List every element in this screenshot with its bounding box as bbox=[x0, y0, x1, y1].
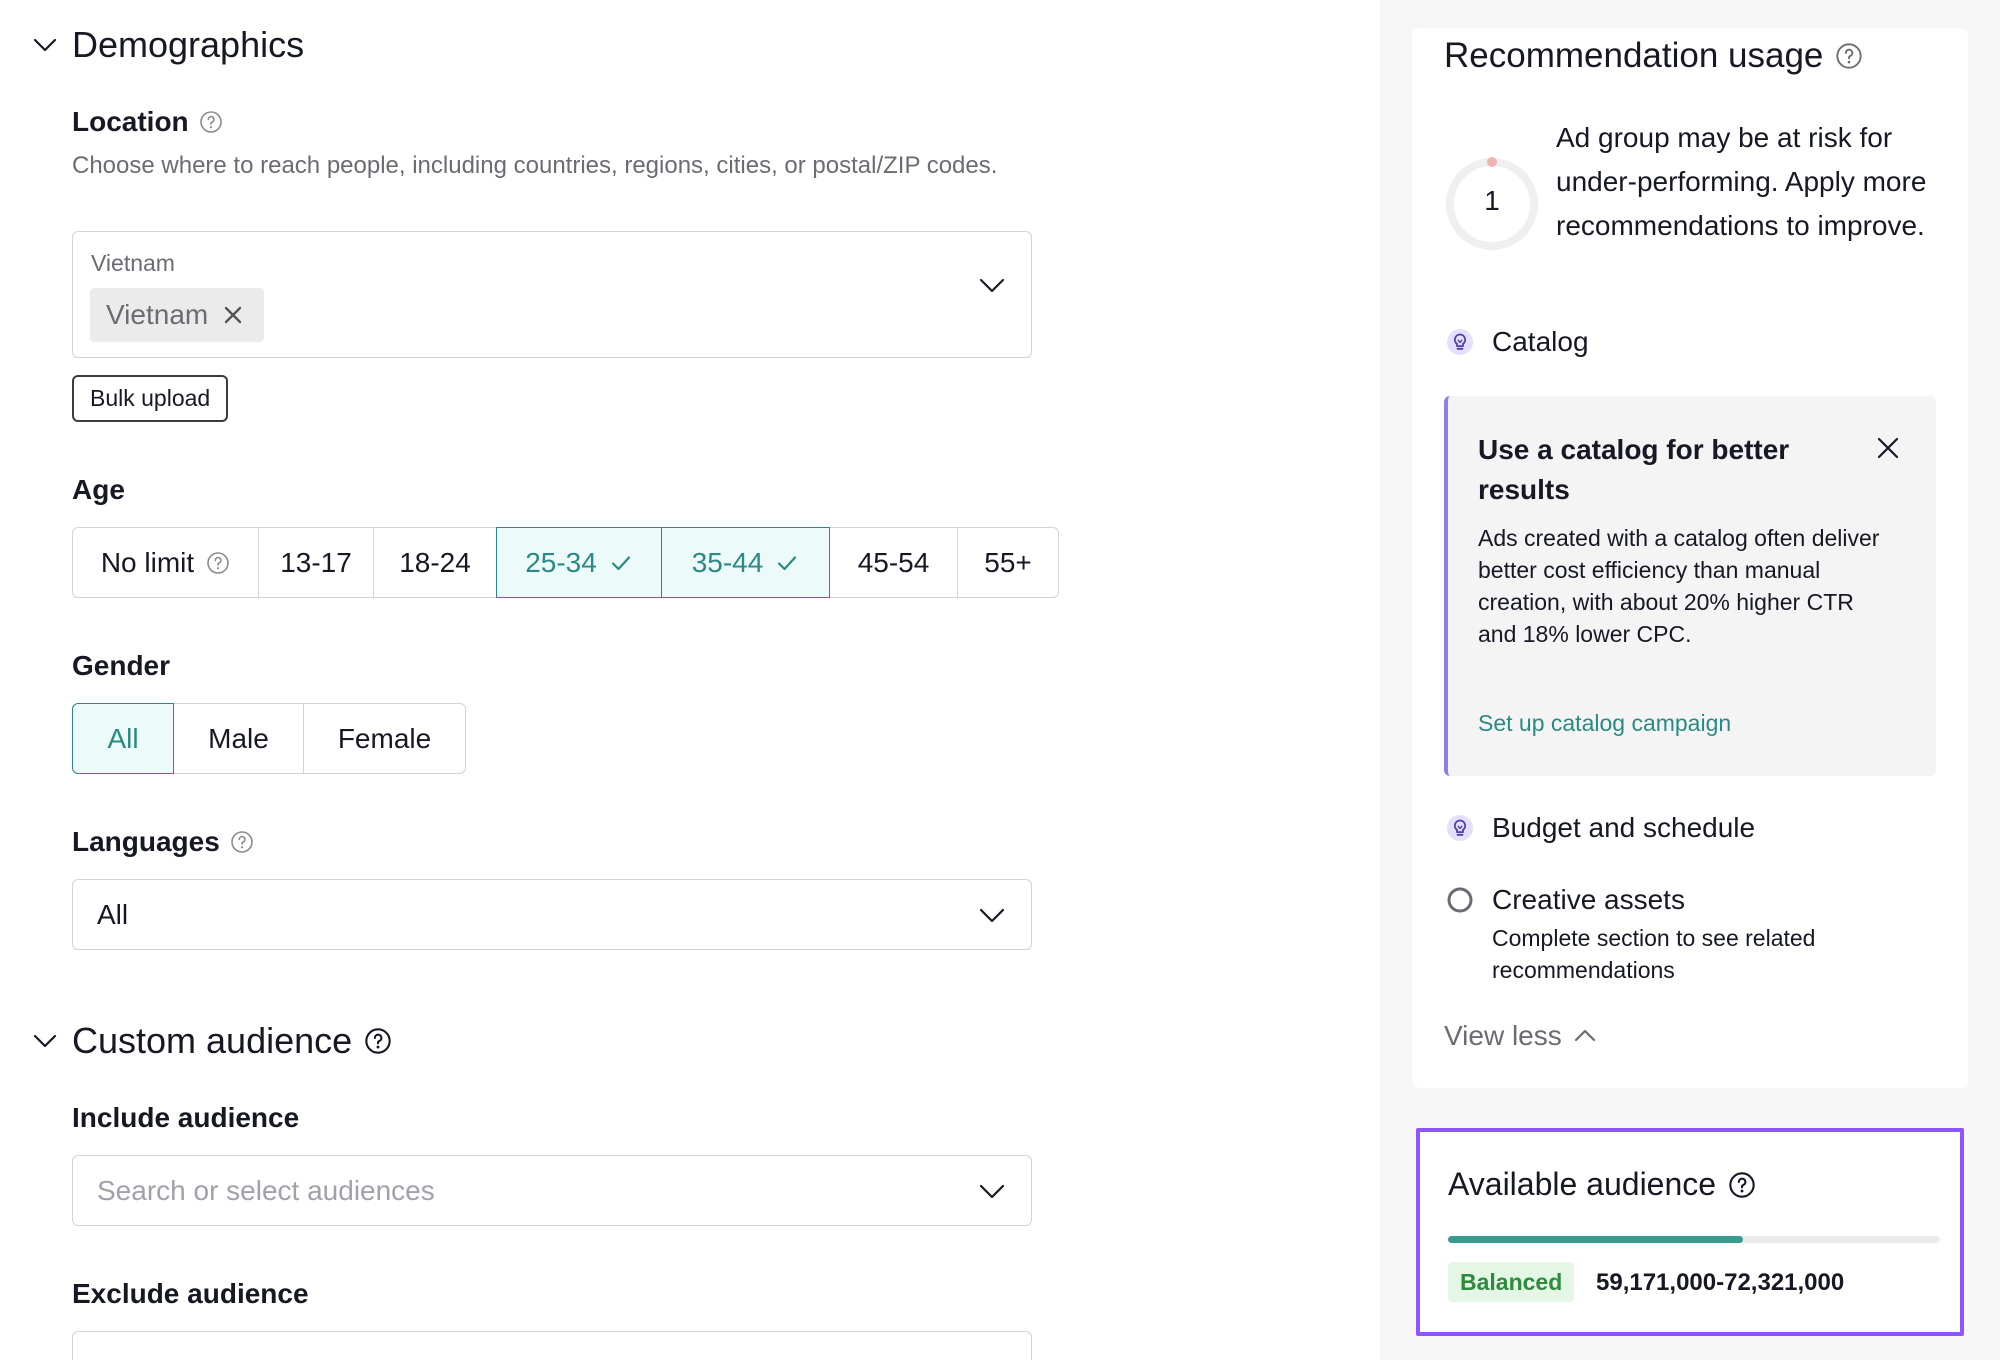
lightbulb-icon bbox=[1447, 329, 1473, 355]
view-less-button[interactable]: View less bbox=[1444, 1020, 1598, 1052]
chevron-down-icon[interactable] bbox=[975, 268, 1009, 302]
exclude-audience-label: Exclude audience bbox=[72, 1278, 309, 1309]
chevron-down-icon[interactable] bbox=[30, 30, 60, 60]
chevron-down-icon[interactable] bbox=[30, 1026, 60, 1056]
age-label: Age bbox=[72, 474, 125, 505]
gender-label: Gender bbox=[72, 650, 171, 681]
age-option-45-54[interactable]: 45-54 bbox=[828, 527, 959, 598]
age-option-55-plus[interactable]: 55+ bbox=[957, 527, 1059, 598]
help-icon[interactable] bbox=[230, 830, 254, 854]
exclude-audience-select[interactable] bbox=[72, 1331, 1032, 1360]
close-icon[interactable] bbox=[222, 304, 244, 326]
include-audience-select[interactable]: Search or select audiences bbox=[72, 1155, 1032, 1226]
age-option-13-17[interactable]: 13-17 bbox=[257, 527, 375, 598]
audience-size-bar-fill bbox=[1448, 1236, 1744, 1243]
check-icon bbox=[778, 555, 797, 570]
location-select[interactable]: Vietnam Vietnam bbox=[72, 231, 1032, 358]
audience-size-bar bbox=[1448, 1236, 1940, 1243]
rec-item-budget[interactable]: Budget and schedule bbox=[1446, 812, 1755, 844]
age-option-18-24[interactable]: 18-24 bbox=[373, 527, 497, 598]
include-audience-placeholder: Search or select audiences bbox=[97, 1174, 435, 1206]
chevron-down-icon[interactable] bbox=[975, 898, 1009, 932]
gender-option-female[interactable]: Female bbox=[303, 703, 466, 774]
include-audience-label: Include audience bbox=[72, 1102, 300, 1133]
help-icon[interactable] bbox=[364, 1027, 392, 1055]
usage-count: 1 bbox=[1484, 185, 1500, 216]
check-icon bbox=[611, 555, 630, 570]
age-segmented-control: No limit 13-17 18-24 25-34 35-44 45-54 5… bbox=[72, 527, 1059, 598]
custom-audience-title: Custom audience bbox=[72, 1020, 353, 1061]
location-field-label: Vietnam bbox=[91, 250, 175, 276]
help-icon[interactable] bbox=[206, 551, 230, 575]
tip-body: Ads created with a catalog often deliver… bbox=[1478, 525, 1880, 647]
empty-circle-icon bbox=[1447, 887, 1473, 913]
creative-assets-subtext: Complete section to see related recommen… bbox=[1492, 925, 1816, 983]
lightbulb-icon bbox=[1447, 815, 1473, 841]
chevron-up-icon bbox=[1574, 1029, 1595, 1042]
tip-title: Use a catalog for better results bbox=[1478, 434, 1790, 505]
gender-segmented-control: All Male Female bbox=[72, 703, 466, 774]
location-description: Choose where to reach people, including … bbox=[72, 152, 998, 179]
close-icon[interactable] bbox=[1874, 434, 1902, 462]
gender-option-male[interactable]: Male bbox=[172, 703, 305, 774]
location-chip-label: Vietnam bbox=[106, 299, 209, 330]
chevron-down-icon[interactable] bbox=[975, 1174, 1009, 1208]
bulk-upload-button[interactable]: Bulk upload bbox=[72, 375, 229, 422]
available-audience-title: Available audience bbox=[1448, 1166, 1756, 1203]
languages-value: All bbox=[97, 898, 129, 930]
help-icon[interactable] bbox=[1835, 42, 1863, 70]
available-audience-card: Available audience Balanced 59,171,000-7… bbox=[1416, 1128, 1964, 1336]
age-option-35-44[interactable]: 35-44 bbox=[661, 527, 830, 598]
risk-message: Ad group may be at risk for under-perfor… bbox=[1556, 122, 1927, 241]
status-badge: Balanced bbox=[1448, 1262, 1575, 1302]
gender-option-all[interactable]: All bbox=[72, 703, 174, 774]
help-icon[interactable] bbox=[1728, 1171, 1756, 1199]
setup-catalog-link[interactable]: Set up catalog campaign bbox=[1478, 710, 1731, 737]
catalog-tip-card: Use a catalog for better results Ads cre… bbox=[1444, 396, 1936, 776]
location-label: Location bbox=[72, 106, 223, 138]
languages-select[interactable]: All bbox=[72, 879, 1032, 950]
rec-item-creative-assets[interactable]: Creative assets bbox=[1446, 884, 1685, 916]
rec-item-catalog[interactable]: Catalog bbox=[1446, 326, 1589, 358]
age-option-25-34[interactable]: 25-34 bbox=[495, 527, 663, 598]
demographics-header[interactable]: Demographics bbox=[30, 24, 304, 66]
main-panel: Demographics Location Choose where to re… bbox=[0, 0, 1380, 1360]
location-chip: Vietnam bbox=[90, 288, 265, 342]
languages-label: Languages bbox=[72, 826, 254, 858]
demographics-title: Demographics bbox=[72, 24, 305, 65]
age-option-no-limit[interactable]: No limit bbox=[72, 527, 259, 598]
audience-range: 59,171,000-72,321,000 bbox=[1596, 1269, 1845, 1296]
custom-audience-header[interactable]: Custom audience bbox=[30, 1020, 392, 1062]
recommendation-title: Recommendation usage bbox=[1444, 36, 1863, 76]
help-icon[interactable] bbox=[199, 110, 223, 134]
